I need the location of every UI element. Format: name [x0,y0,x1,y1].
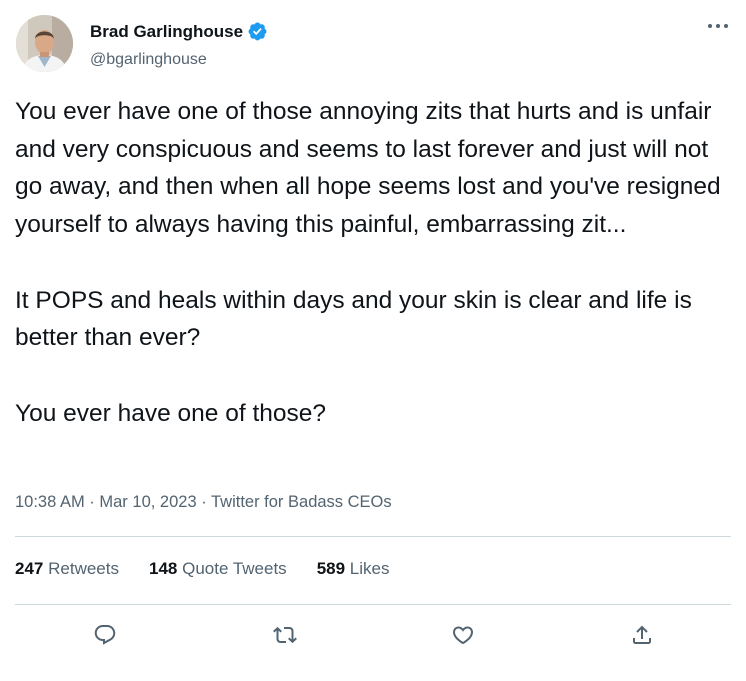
more-options-button[interactable] [704,14,732,38]
quote-tweets-label: Quote Tweets [182,559,287,578]
retweet-button[interactable] [272,622,298,648]
likes-label: Likes [349,559,390,578]
retweet-icon [273,626,297,644]
avatar-photo-icon [16,15,73,72]
share-icon [633,625,651,644]
tweet-metadata: 10:38 AM · Mar 10, 2023 · Twitter for Ba… [15,493,392,512]
reply-button[interactable] [92,622,118,648]
heart-icon [452,626,474,645]
avatar[interactable] [16,15,73,72]
tweet-source[interactable]: Twitter for Badass CEOs [211,493,392,511]
author-handle[interactable]: @bgarlinghouse [90,51,207,69]
tweet-date[interactable]: Mar 10, 2023 [99,493,196,511]
action-bar [0,612,746,658]
divider [15,536,731,537]
share-button[interactable] [629,622,655,648]
reply-icon [94,625,116,645]
like-button[interactable] [450,622,476,648]
likes-stat[interactable]: 589 Likes [317,559,390,579]
engagement-stats: 247 Retweets 148 Quote Tweets 589 Likes [15,559,419,579]
likes-count: 589 [316,559,346,578]
quote-tweets-stat[interactable]: 148 Quote Tweets [149,559,287,579]
tweet-time[interactable]: 10:38 AM [15,493,85,511]
quote-tweets-count: 148 [148,559,178,578]
retweets-stat[interactable]: 247 Retweets [15,559,119,579]
tweet-text: You ever have one of those annoying zits… [15,93,735,432]
divider [15,604,731,605]
meta-separator: · [84,493,100,511]
tweet: Brad Garlinghouse @bgarlinghouse You eve… [0,0,746,681]
tweet-paragraph: You ever have one of those? [15,399,327,427]
author-name[interactable]: Brad Garlinghouse [90,22,243,42]
retweets-label: Retweets [48,559,119,578]
more-horizontal-icon [708,24,728,28]
tweet-paragraph: It POPS and heals within days and your s… [15,286,699,352]
retweets-count: 247 [15,559,44,578]
author-name-row: Brad Garlinghouse [90,21,268,42]
tweet-paragraph: You ever have one of those annoying zits… [15,98,728,239]
meta-separator: · [196,493,211,511]
verified-badge-icon [247,21,268,42]
